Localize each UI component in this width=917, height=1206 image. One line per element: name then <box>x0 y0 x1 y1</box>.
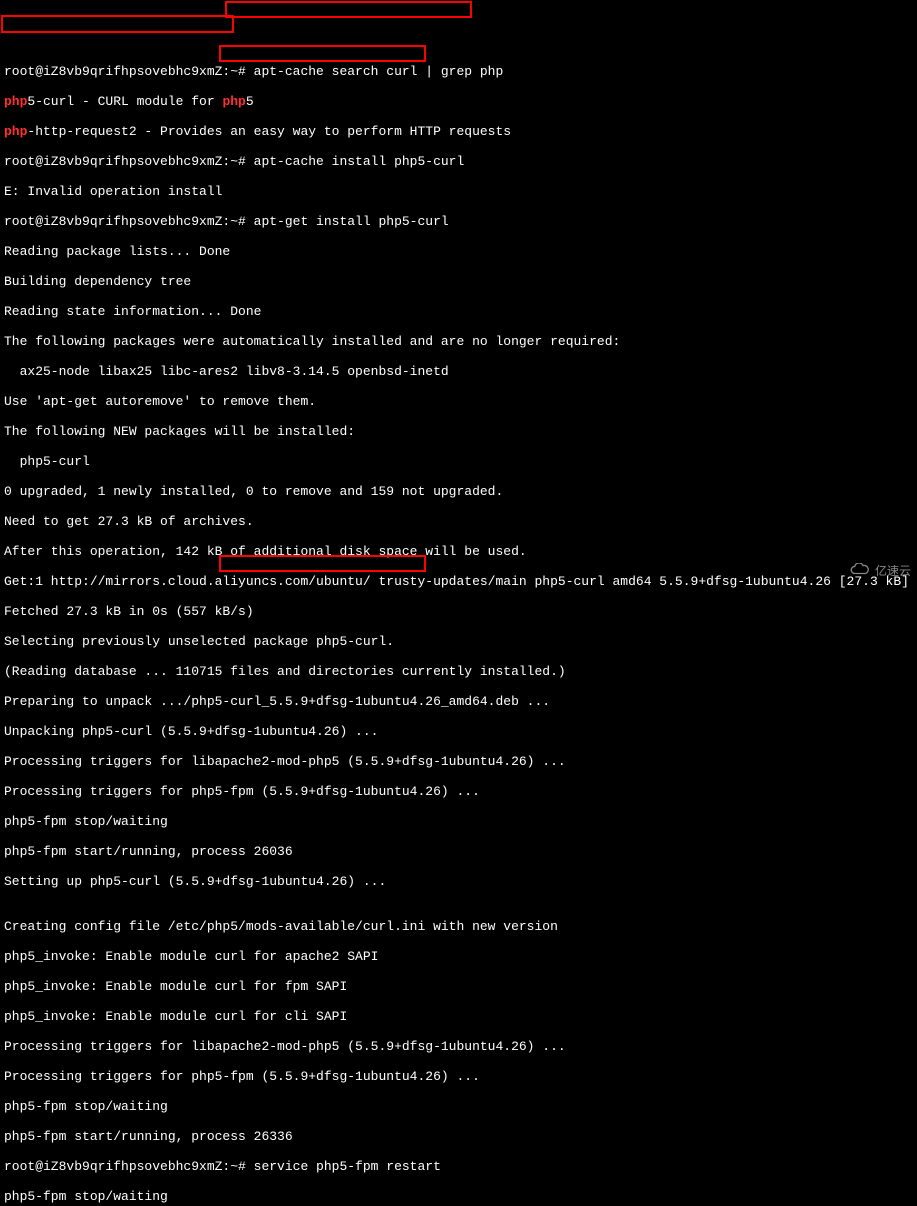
highlight-box <box>1 15 234 33</box>
terminal-output: php5_invoke: Enable module curl for apac… <box>4 949 913 964</box>
terminal-output: Use 'apt-get autoremove' to remove them. <box>4 394 913 409</box>
terminal-output: Processing triggers for php5-fpm (5.5.9+… <box>4 1069 913 1084</box>
terminal-output: The following NEW packages will be insta… <box>4 424 913 439</box>
terminal-output: Creating config file /etc/php5/mods-avai… <box>4 919 913 934</box>
terminal-output: 0 upgraded, 1 newly installed, 0 to remo… <box>4 484 913 499</box>
command-text: service php5-fpm restart <box>254 1159 441 1174</box>
terminal-output: Unpacking php5-curl (5.5.9+dfsg-1ubuntu4… <box>4 724 913 739</box>
watermark-text: 亿速云 <box>875 565 911 580</box>
terminal-output: After this operation, 142 kB of addition… <box>4 544 913 559</box>
terminal-output: php5_invoke: Enable module curl for fpm … <box>4 979 913 994</box>
terminal-output: Need to get 27.3 kB of archives. <box>4 514 913 529</box>
terminal-output: Building dependency tree <box>4 274 913 289</box>
prompt: root@iZ8vb9qrifhpsovebhc9xmZ:~# <box>4 1159 254 1174</box>
terminal-output: php5-fpm stop/waiting <box>4 1099 913 1114</box>
terminal-output: Fetched 27.3 kB in 0s (557 kB/s) <box>4 604 913 619</box>
grep-match: php <box>222 94 245 109</box>
terminal-output: E: Invalid operation install <box>4 184 913 199</box>
terminal-output: php5-fpm stop/waiting <box>4 1189 913 1204</box>
terminal-output: Selecting previously unselected package … <box>4 634 913 649</box>
terminal-output: php5_invoke: Enable module curl for cli … <box>4 1009 913 1024</box>
terminal-line[interactable]: root@iZ8vb9qrifhpsovebhc9xmZ:~# service … <box>4 1159 913 1174</box>
terminal-output: php5-curl <box>4 454 913 469</box>
terminal-output: Reading state information... Done <box>4 304 913 319</box>
terminal-output: ax25-node libax25 libc-ares2 libv8-3.14.… <box>4 364 913 379</box>
command-text: apt-cache search curl | grep php <box>254 64 504 79</box>
prompt: root@iZ8vb9qrifhpsovebhc9xmZ:~# <box>4 154 254 169</box>
highlight-box <box>225 1 472 18</box>
terminal-output: php-http-request2 - Provides an easy way… <box>4 124 913 139</box>
terminal-line[interactable]: root@iZ8vb9qrifhpsovebhc9xmZ:~# apt-cach… <box>4 154 913 169</box>
command-text: apt-cache install php5-curl <box>254 154 465 169</box>
terminal-output: Processing triggers for libapache2-mod-p… <box>4 1039 913 1054</box>
terminal-line[interactable]: root@iZ8vb9qrifhpsovebhc9xmZ:~# apt-get … <box>4 214 913 229</box>
cloud-icon <box>820 548 871 597</box>
grep-match: php <box>4 124 27 139</box>
highlight-box <box>219 45 426 62</box>
terminal-output: Setting up php5-curl (5.5.9+dfsg-1ubuntu… <box>4 874 913 889</box>
terminal-output: Reading package lists... Done <box>4 244 913 259</box>
grep-match: php <box>4 94 27 109</box>
terminal-output: The following packages were automaticall… <box>4 334 913 349</box>
terminal-output: Get:1 http://mirrors.cloud.aliyuncs.com/… <box>4 574 913 589</box>
terminal-output: Processing triggers for php5-fpm (5.5.9+… <box>4 784 913 799</box>
terminal-output: Processing triggers for libapache2-mod-p… <box>4 754 913 769</box>
watermark: 亿速云 <box>820 548 911 597</box>
terminal-output: php5-fpm start/running, process 26336 <box>4 1129 913 1144</box>
prompt: root@iZ8vb9qrifhpsovebhc9xmZ:~# <box>4 214 254 229</box>
terminal-output: php5-curl - CURL module for php5 <box>4 94 913 109</box>
terminal-line[interactable]: root@iZ8vb9qrifhpsovebhc9xmZ:~# apt-cach… <box>4 64 913 79</box>
terminal-output: (Reading database ... 110715 files and d… <box>4 664 913 679</box>
terminal-output: php5-fpm stop/waiting <box>4 814 913 829</box>
prompt: root@iZ8vb9qrifhpsovebhc9xmZ:~# <box>4 64 254 79</box>
terminal-output: php5-fpm start/running, process 26036 <box>4 844 913 859</box>
terminal-output: Preparing to unpack .../php5-curl_5.5.9+… <box>4 694 913 709</box>
command-text: apt-get install php5-curl <box>254 214 449 229</box>
